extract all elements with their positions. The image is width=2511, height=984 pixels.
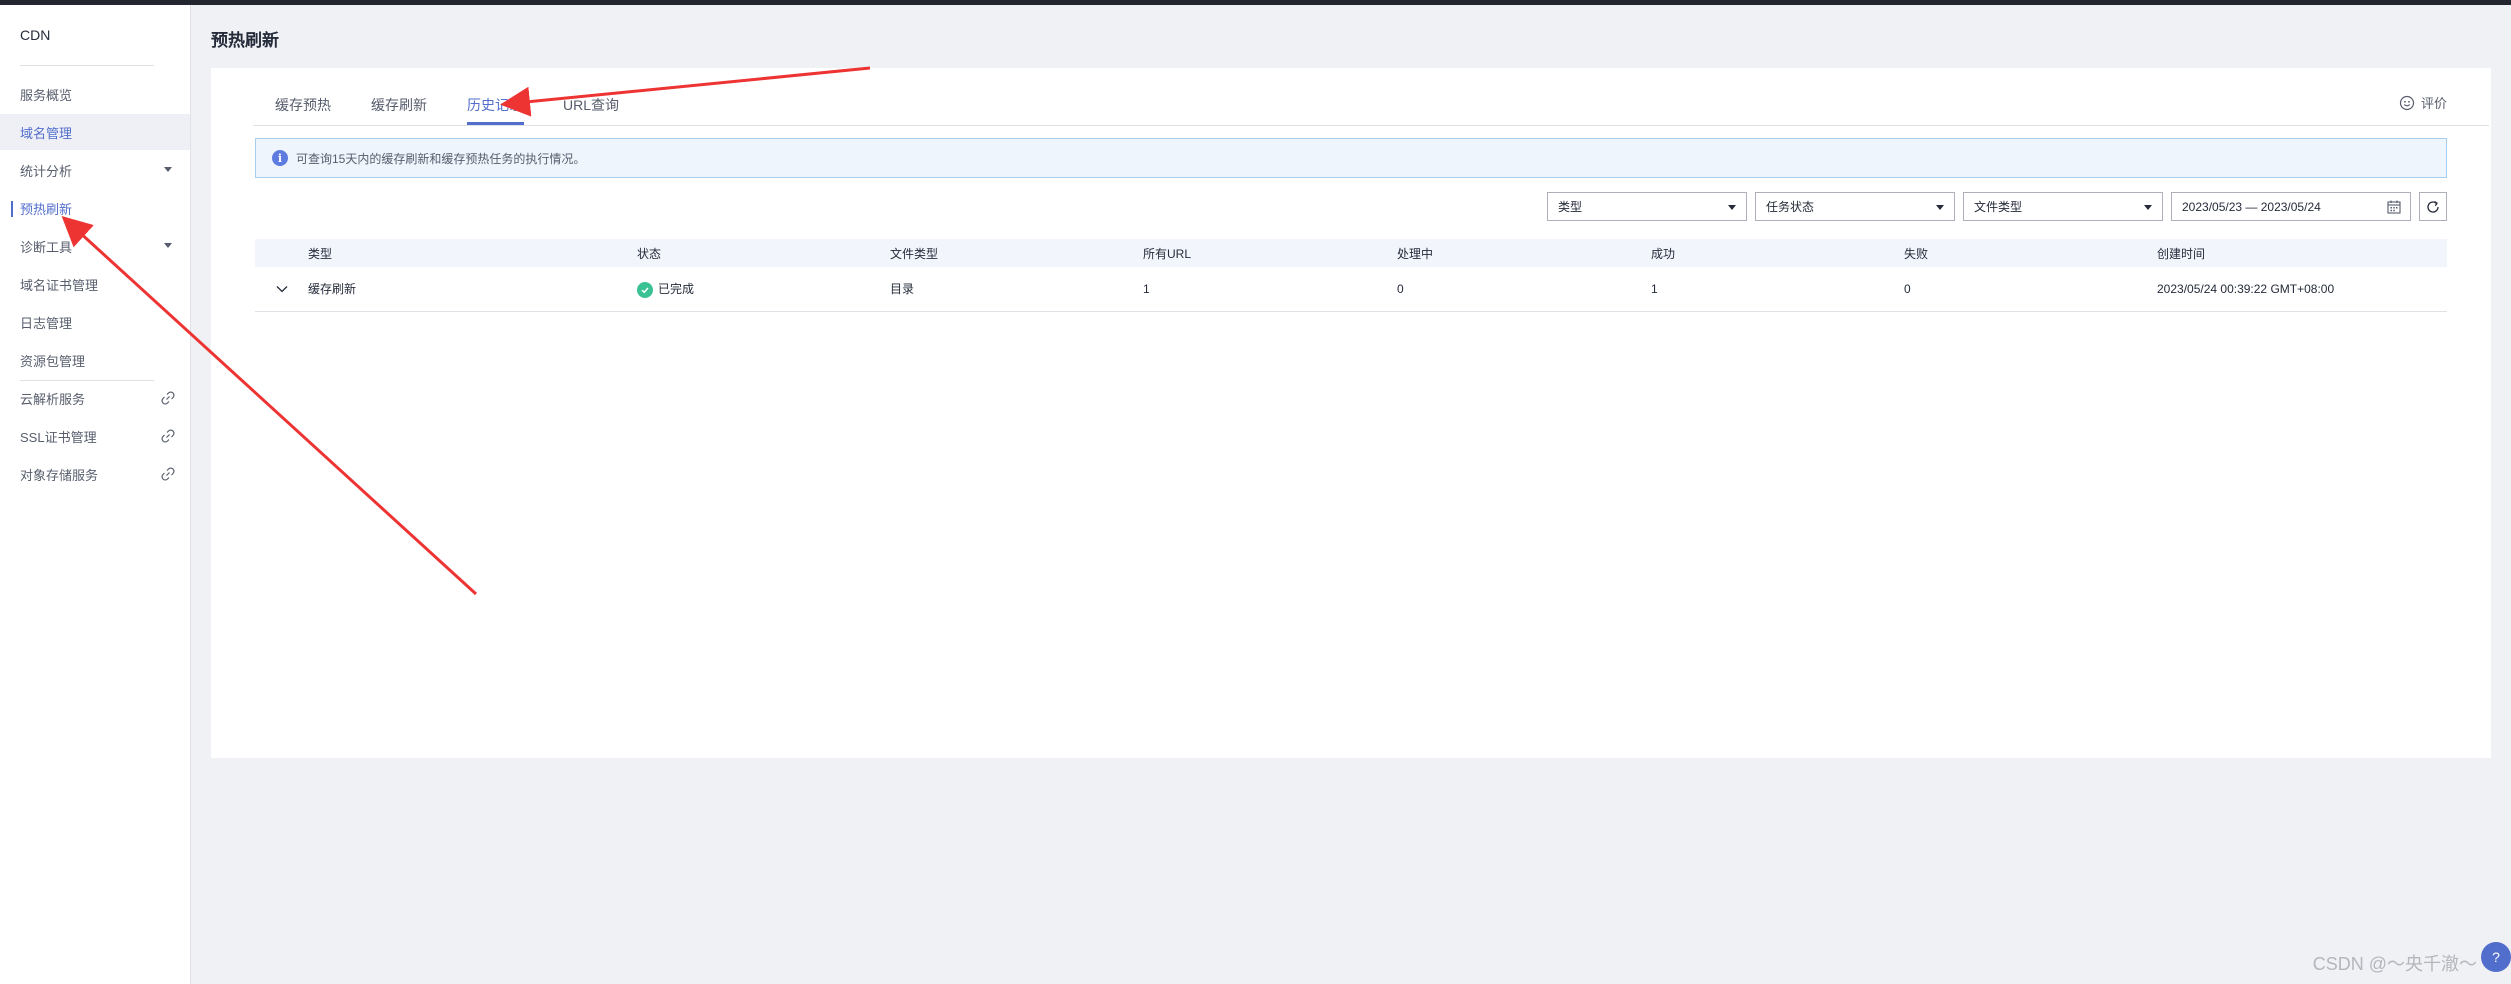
table-header-row: 类型 状态 文件类型 所有URL 处理中 成功 失败 创建时间 <box>255 239 2447 267</box>
cell-failed: 0 <box>1904 267 2157 312</box>
info-banner: i 可查询15天内的缓存刷新和缓存预热任务的执行情况。 <box>255 138 2447 178</box>
help-float-icon[interactable]: ? <box>2481 942 2511 972</box>
tab-cache-refresh[interactable]: 缓存刷新 <box>371 95 427 115</box>
main-card: 缓存预热 缓存刷新 历史记录 URL查询 评价 i 可查询15天内的缓存刷新和缓… <box>211 68 2491 758</box>
expand-cell[interactable] <box>255 267 308 312</box>
table-header-expand <box>255 239 308 267</box>
caret-down-icon <box>1936 205 1944 210</box>
sidebar-item-domain-management[interactable]: 域名管理 <box>0 114 190 150</box>
tab-cache-prefetch[interactable]: 缓存预热 <box>275 95 331 115</box>
sidebar-item-statistics[interactable]: 统计分析 <box>0 152 190 188</box>
file-type-select-value: 文件类型 <box>1974 200 2023 214</box>
sidebar-item-label: 服务概览 <box>20 87 73 103</box>
sidebar-item-object-storage[interactable]: 对象存储服务 <box>0 456 190 492</box>
cell-type: 缓存刷新 <box>308 267 637 312</box>
sidebar-item-label: 日志管理 <box>20 315 73 331</box>
table-row: 缓存刷新 已完成 目录 1 0 1 0 2023/05/24 00:39:22 … <box>255 267 2447 312</box>
task-status-select[interactable]: 任务状态 <box>1755 192 1955 221</box>
cell-processing: 0 <box>1397 267 1651 312</box>
sidebar: CDN 服务概览 域名管理 统计分析 预热刷新 诊断工具 域名证书管理 日志管理… <box>0 5 191 984</box>
refresh-icon <box>2427 200 2439 213</box>
sidebar-item-diagnostic-tools[interactable]: 诊断工具 <box>0 228 190 264</box>
calendar-icon <box>2387 200 2401 214</box>
table-header: 处理中 <box>1397 239 1651 267</box>
table-header: 文件类型 <box>890 239 1143 267</box>
info-icon: i <box>272 150 288 166</box>
sidebar-item-domain-certificates[interactable]: 域名证书管理 <box>0 266 190 302</box>
task-status-select-value: 任务状态 <box>1766 200 1815 214</box>
history-table: 类型 状态 文件类型 所有URL 处理中 成功 失败 创建时间 缓存刷新 已完成… <box>255 239 2447 312</box>
tab-url-query[interactable]: URL查询 <box>563 95 619 115</box>
sidebar-item-label: 对象存储服务 <box>20 467 99 483</box>
sidebar-item-label: 资源包管理 <box>20 353 86 369</box>
info-text: 可查询15天内的缓存刷新和缓存预热任务的执行情况。 <box>296 151 586 166</box>
link-icon <box>161 429 175 443</box>
rate-button[interactable]: 评价 <box>2399 93 2447 112</box>
table-header: 所有URL <box>1143 239 1397 267</box>
sidebar-item-overview[interactable]: 服务概览 <box>0 76 190 112</box>
page-title: 预热刷新 <box>211 31 279 50</box>
tab-history[interactable]: 历史记录 <box>467 95 523 115</box>
table-header: 成功 <box>1651 239 1904 267</box>
refresh-button[interactable] <box>2419 192 2447 221</box>
sidebar-title: CDN <box>20 27 51 43</box>
file-type-select[interactable]: 文件类型 <box>1963 192 2163 221</box>
cell-status: 已完成 <box>637 267 890 312</box>
table-header: 状态 <box>637 239 890 267</box>
date-range-picker[interactable]: 2023/05/23 — 2023/05/24 <box>2171 192 2411 221</box>
sidebar-item-cloud-dns[interactable]: 云解析服务 <box>0 380 190 416</box>
sidebar-item-prefetch-refresh[interactable]: 预热刷新 <box>0 190 190 226</box>
sidebar-item-label: 预热刷新 <box>20 201 73 217</box>
cell-all-url: 1 <box>1143 267 1397 312</box>
sidebar-item-resource-packages[interactable]: 资源包管理 <box>0 342 190 378</box>
sidebar-divider <box>20 65 154 66</box>
sidebar-item-ssl-certificates[interactable]: SSL证书管理 <box>0 418 190 454</box>
chevron-down-icon[interactable] <box>274 281 290 297</box>
sidebar-item-label: SSL证书管理 <box>20 429 97 445</box>
cell-file-type: 目录 <box>890 267 1143 312</box>
top-bar <box>0 0 2511 5</box>
check-circle-icon <box>637 281 653 298</box>
table-header: 失败 <box>1904 239 2157 267</box>
table-header: 创建时间 <box>2157 239 2447 267</box>
type-select[interactable]: 类型 <box>1547 192 1747 221</box>
caret-down-icon <box>164 167 172 172</box>
type-select-value: 类型 <box>1558 200 1583 214</box>
date-range-value: 2023/05/23 — 2023/05/24 <box>2182 199 2321 214</box>
rate-label: 评价 <box>2420 96 2447 111</box>
sidebar-item-log-management[interactable]: 日志管理 <box>0 304 190 340</box>
cell-created-time: 2023/05/24 00:39:22 GMT+08:00 <box>2157 267 2447 312</box>
caret-down-icon <box>1728 205 1736 210</box>
sidebar-item-label: 诊断工具 <box>20 239 73 255</box>
status-text: 已完成 <box>658 281 695 296</box>
watermark: CSDN @～央千澈～ <box>2312 954 2477 974</box>
table-header: 类型 <box>308 239 637 267</box>
cell-success: 1 <box>1651 267 1904 312</box>
caret-down-icon <box>164 243 172 248</box>
link-icon <box>161 467 175 481</box>
sidebar-item-label: 云解析服务 <box>20 391 86 407</box>
sidebar-item-label: 域名证书管理 <box>20 277 99 293</box>
smile-icon <box>2399 95 2415 110</box>
sidebar-item-label: 域名管理 <box>20 125 73 141</box>
link-icon <box>161 391 175 405</box>
sidebar-item-label: 统计分析 <box>20 163 73 179</box>
tab-divider <box>253 125 2489 126</box>
caret-down-icon <box>2144 205 2152 210</box>
